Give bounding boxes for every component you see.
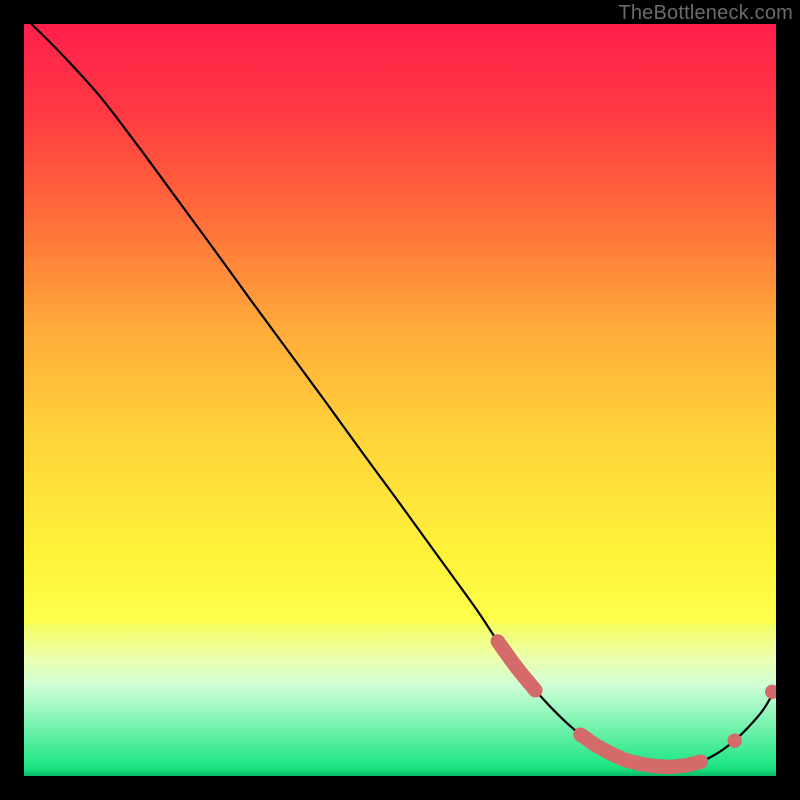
highlight-dots-layer xyxy=(24,24,776,776)
watermark-text: TheBottleneck.com xyxy=(618,2,793,25)
chart-frame: TheBottleneck.com xyxy=(0,0,800,800)
highlight-point-dot xyxy=(727,733,741,747)
plot-area xyxy=(24,24,776,776)
highlight-point-dot xyxy=(765,685,776,699)
highlight-segment-dot xyxy=(528,683,542,697)
highlight-segment-dot xyxy=(694,755,708,769)
